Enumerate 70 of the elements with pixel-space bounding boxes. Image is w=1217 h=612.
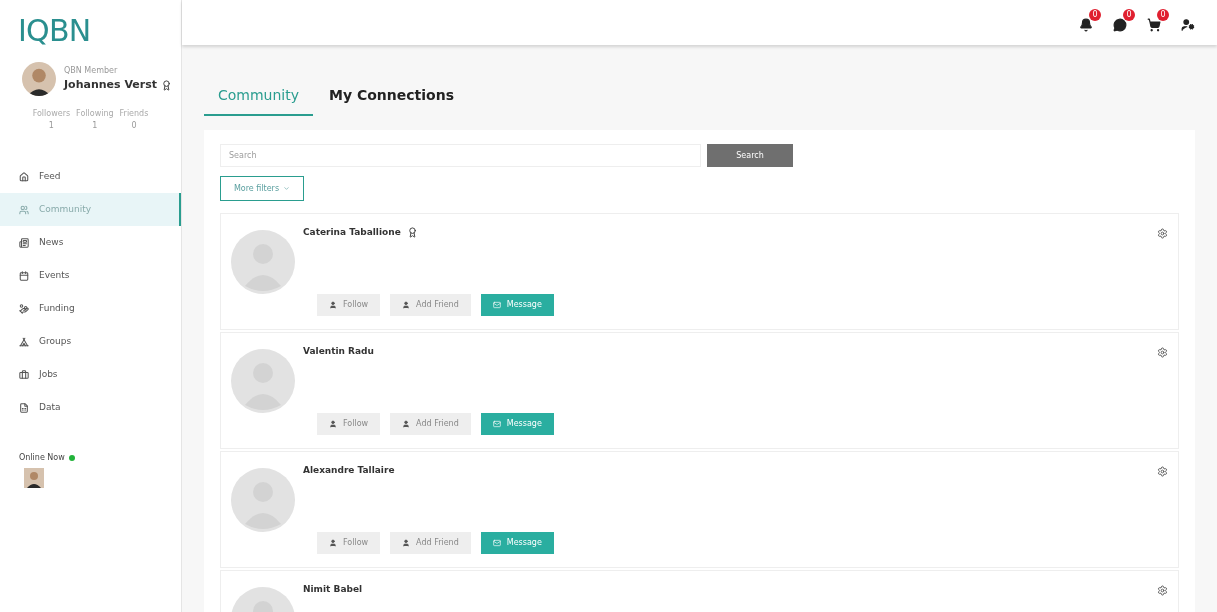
person-icon (329, 419, 337, 428)
avatar-placeholder (231, 230, 295, 294)
settings-icon[interactable] (1157, 466, 1168, 477)
avatar-placeholder (231, 468, 295, 532)
stat-value: 1 (92, 120, 98, 132)
member-name[interactable]: Valentin Radu (303, 345, 374, 359)
home-icon (19, 171, 29, 182)
person-icon (329, 300, 337, 309)
sidebar-item[interactable]: Jobs (0, 358, 181, 391)
member-name[interactable]: Nimit Babel (303, 583, 363, 597)
action-button[interactable]: Follow (317, 531, 381, 554)
more-filters-button[interactable]: More filters (220, 176, 304, 201)
cart-icon (1147, 17, 1161, 32)
logo: IQBN (17, 12, 92, 50)
tab[interactable]: My Connections (315, 85, 468, 116)
search-field[interactable]: Search (220, 144, 701, 167)
jobs-icon (19, 369, 29, 380)
envelope-icon (492, 300, 501, 309)
person-icon (402, 300, 411, 309)
award-icon (161, 79, 172, 91)
events-icon (19, 270, 29, 281)
online-now-label: Online Now (19, 452, 65, 464)
notification-badge: 0 (1089, 8, 1101, 21)
avatar-portrait (22, 62, 56, 96)
settings-icon[interactable] (1157, 347, 1168, 358)
action-button[interactable]: Follow (317, 412, 381, 435)
action-button[interactable]: Add Friend (390, 293, 471, 316)
action-button[interactable]: Message (480, 412, 554, 435)
stat-value: 0 (131, 120, 137, 132)
caret-icon (283, 185, 291, 192)
action-button[interactable]: Follow (317, 293, 381, 316)
member-role: QBN Member (64, 64, 119, 77)
notification-badge: 0 (1157, 8, 1169, 21)
action-button[interactable]: Add Friend (390, 412, 471, 435)
notification-badge: 0 (1123, 8, 1135, 21)
data-icon (19, 402, 29, 413)
person-icon (329, 538, 337, 547)
member-name[interactable]: Caterina Taballione (303, 226, 401, 240)
avatar-placeholder (231, 349, 295, 413)
news-icon (19, 237, 29, 248)
funding-icon (19, 303, 29, 314)
stat-label: Friends (119, 108, 149, 120)
bell-icon (1079, 17, 1093, 32)
chat-icon (1113, 17, 1127, 32)
community-icon (19, 204, 29, 215)
person-icon (402, 419, 411, 428)
envelope-icon (492, 419, 501, 428)
envelope-icon (492, 538, 501, 547)
groups-icon (19, 336, 29, 347)
online-user-avatar (24, 468, 44, 488)
person-icon (402, 538, 411, 547)
user-settings-icon (1181, 17, 1195, 32)
sidebar-item[interactable]: News (0, 226, 181, 259)
profile-name: Johannes Verst (64, 76, 157, 93)
stat-label: Followers (32, 108, 71, 120)
search-button[interactable]: Search (707, 144, 793, 167)
action-button[interactable]: Message (480, 531, 554, 554)
member-name[interactable]: Alexandre Tallaire (303, 464, 395, 478)
stat-value: 1 (48, 120, 54, 132)
stat-label: Following (76, 108, 114, 120)
action-button[interactable]: Add Friend (390, 531, 471, 554)
sidebar-item[interactable]: Data (0, 391, 181, 424)
settings-icon[interactable] (1157, 585, 1168, 596)
action-button[interactable]: Message (480, 293, 554, 316)
sidebar-item[interactable]: Events (0, 259, 181, 292)
sidebar-item[interactable]: Feed (0, 160, 181, 193)
tab[interactable]: Community (204, 85, 314, 116)
settings-icon[interactable] (1157, 228, 1168, 239)
sidebar-item[interactable]: Funding (0, 292, 181, 325)
sidebar-item[interactable]: Groups (0, 325, 181, 358)
